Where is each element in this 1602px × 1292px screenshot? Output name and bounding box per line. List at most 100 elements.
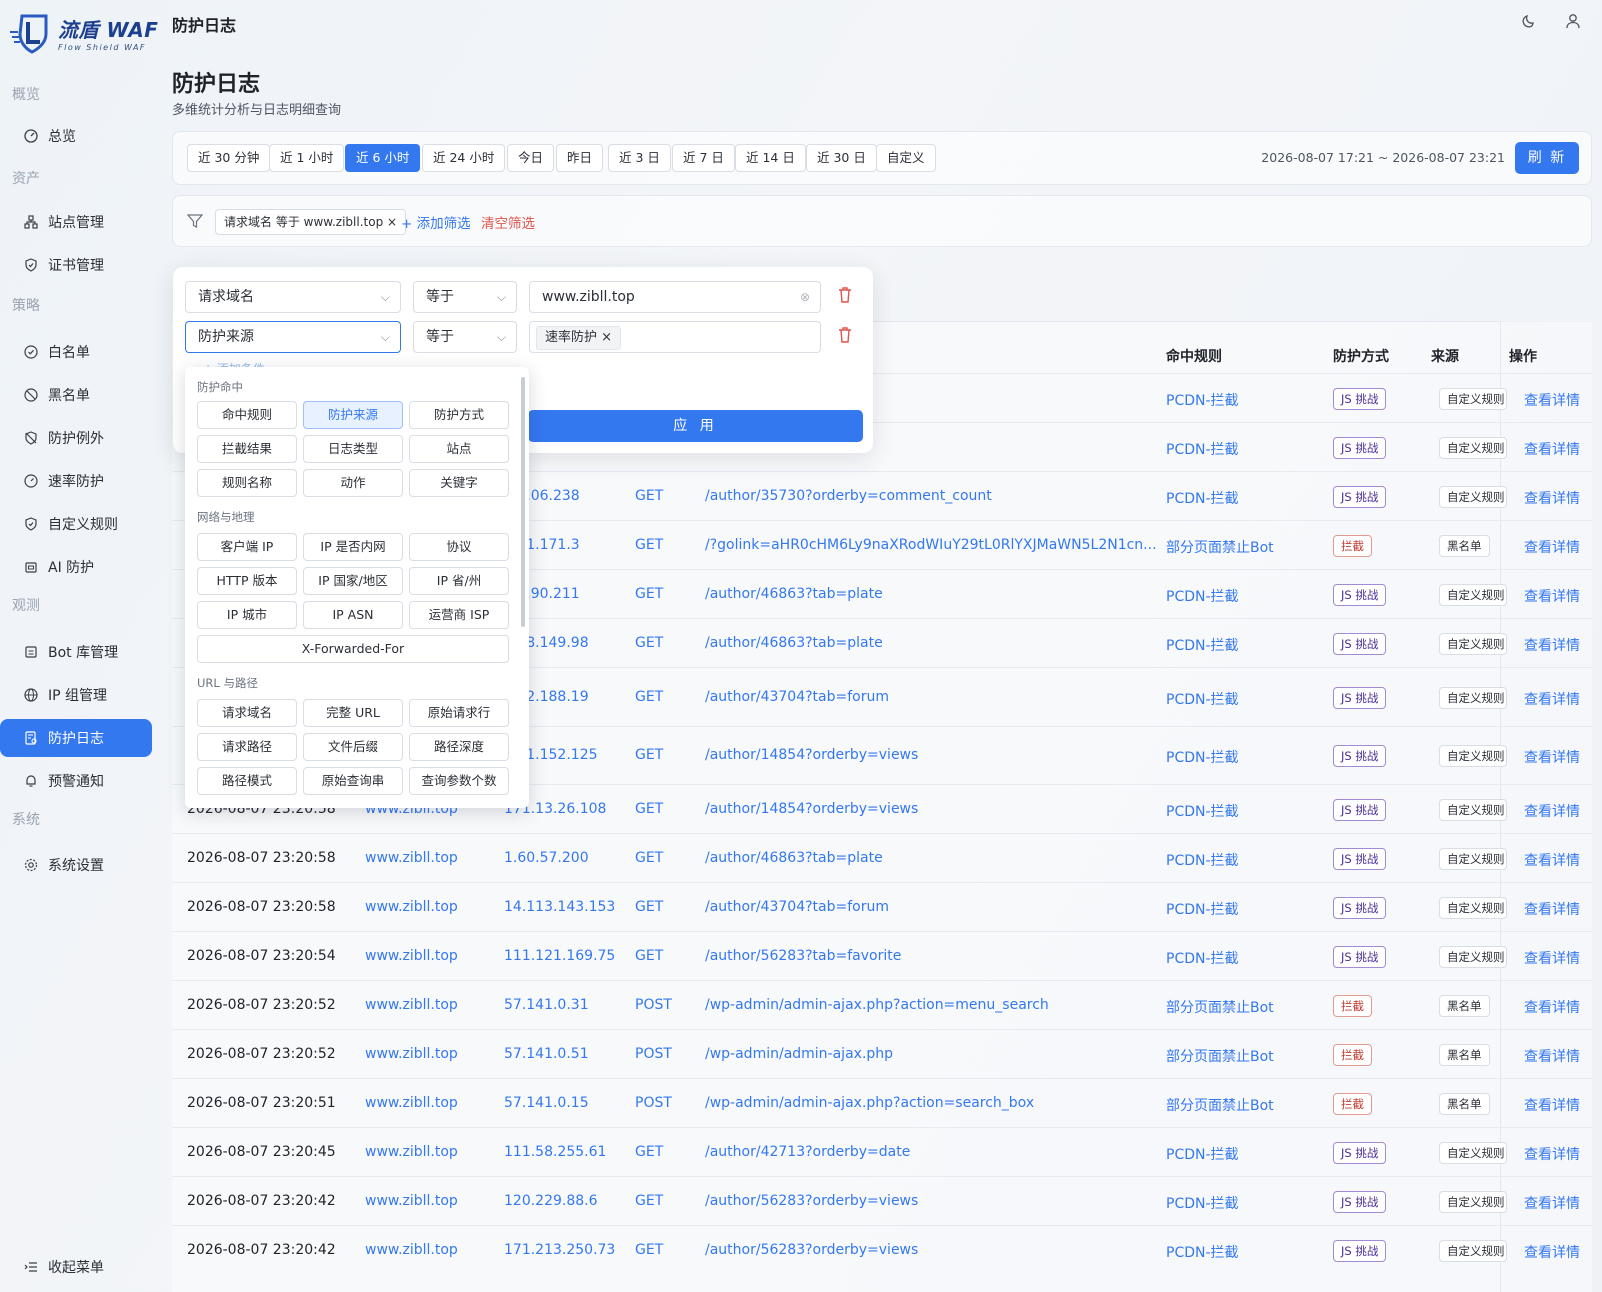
dropdown-option-selected[interactable]: 防护来源 xyxy=(303,401,403,429)
cell-rule[interactable]: PCDN-拦截 xyxy=(1166,586,1239,606)
clear-filter-link[interactable]: 清空筛选 xyxy=(481,212,535,232)
sidebar-item-custom-rules[interactable]: 自定义规则 xyxy=(0,505,152,543)
dropdown-option[interactable]: 客户端 IP xyxy=(197,533,297,561)
cell-url[interactable]: /author/56283?orderby=views xyxy=(705,1193,918,1209)
cell-domain[interactable]: www.zibll.top xyxy=(365,1242,458,1258)
view-details-link[interactable]: 查看详情 xyxy=(1524,747,1580,767)
sidebar-item-certs[interactable]: 证书管理 xyxy=(0,246,152,284)
sidebar-item-protection-logs[interactable]: 防护日志 xyxy=(0,719,152,757)
moon-icon[interactable] xyxy=(1520,12,1538,34)
dropdown-option[interactable]: 命中规则 xyxy=(197,401,297,429)
time-7d-button[interactable]: 近 7 日 xyxy=(672,144,735,172)
dropdown-option[interactable]: 查询参数个数 xyxy=(409,767,509,795)
cell-url[interactable]: /author/42713?orderby=date xyxy=(705,1144,910,1160)
cell-url[interactable]: /author/43704?tab=forum xyxy=(705,689,889,705)
cell-rule[interactable]: PCDN-拦截 xyxy=(1166,948,1239,968)
cell-rule[interactable]: PCDN-拦截 xyxy=(1166,390,1239,410)
time-today-button[interactable]: 今日 xyxy=(507,144,555,172)
dropdown-option[interactable]: 日志类型 xyxy=(303,435,403,463)
condition-1-field-select[interactable]: 请求域名 ⌵ xyxy=(185,281,401,313)
cell-url[interactable]: /author/56283?orderby=views xyxy=(705,1242,918,1258)
cell-url[interactable]: /author/35730?orderby=comment_count xyxy=(705,488,992,504)
sidebar-item-exceptions[interactable]: 防护例外 xyxy=(0,419,152,457)
view-details-link[interactable]: 查看详情 xyxy=(1524,586,1580,606)
dropdown-option[interactable]: 拦截结果 xyxy=(197,435,297,463)
sidebar-item-bot-library[interactable]: Bot 库管理 xyxy=(0,633,152,671)
delete-condition-1-icon[interactable] xyxy=(838,287,852,307)
cell-domain[interactable]: www.zibll.top xyxy=(365,1144,458,1160)
time-30d-button[interactable]: 近 30 日 xyxy=(806,144,877,172)
cell-url[interactable]: /author/46863?tab=plate xyxy=(705,850,883,866)
condition-2-op-select[interactable]: 等于 ⌵ xyxy=(413,321,517,353)
view-details-link[interactable]: 查看详情 xyxy=(1524,948,1580,968)
cell-url[interactable]: /wp-admin/admin-ajax.php?action=search_b… xyxy=(705,1095,1034,1111)
dropdown-option[interactable]: 请求路径 xyxy=(197,733,297,761)
cell-client-ip[interactable]: 57.141.0.15 xyxy=(504,1095,589,1111)
cell-rule[interactable]: 部分页面禁止Bot xyxy=(1166,1095,1274,1115)
time-30min-button[interactable]: 近 30 分钟 xyxy=(187,144,271,172)
cell-client-ip[interactable]: 111.58.255.61 xyxy=(504,1144,606,1160)
cell-domain[interactable]: www.zibll.top xyxy=(365,850,458,866)
sidebar-item-sites[interactable]: 站点管理 xyxy=(0,203,152,241)
cell-url[interactable]: /author/56283?tab=favorite xyxy=(705,948,901,964)
view-details-link[interactable]: 查看详情 xyxy=(1524,899,1580,919)
cell-rule[interactable]: PCDN-拦截 xyxy=(1166,801,1239,821)
sidebar-item-ip-groups[interactable]: IP 组管理 xyxy=(0,676,152,714)
cell-url[interactable]: /author/14854?orderby=views xyxy=(705,747,918,763)
cell-url[interactable]: /author/46863?tab=plate xyxy=(705,586,883,602)
active-filter-tag[interactable]: 请求域名 等于 www.zibll.top × xyxy=(215,209,407,235)
condition-2-value-select[interactable]: 速率防护 × xyxy=(529,321,821,353)
dropdown-option[interactable]: 规则名称 xyxy=(197,469,297,497)
sidebar-item-overview[interactable]: 总览 xyxy=(0,117,152,155)
time-3d-button[interactable]: 近 3 日 xyxy=(608,144,671,172)
cell-domain[interactable]: www.zibll.top xyxy=(365,1046,458,1062)
dropdown-option[interactable]: X-Forwarded-For xyxy=(197,635,509,663)
cell-url[interactable]: /author/46863?tab=plate xyxy=(705,635,883,651)
cell-rule[interactable]: PCDN-拦截 xyxy=(1166,850,1239,870)
view-details-link[interactable]: 查看详情 xyxy=(1524,1046,1580,1066)
time-24h-button[interactable]: 近 24 小时 xyxy=(422,144,506,172)
cell-client-ip[interactable]: 120.229.88.6 xyxy=(504,1193,598,1209)
view-details-link[interactable]: 查看详情 xyxy=(1524,1193,1580,1213)
dropdown-option[interactable]: 原始查询串 xyxy=(303,767,403,795)
view-details-link[interactable]: 查看详情 xyxy=(1524,1095,1580,1115)
dropdown-option[interactable]: 运营商 ISP xyxy=(409,601,509,629)
dropdown-option[interactable]: 协议 xyxy=(409,533,509,561)
dropdown-option[interactable]: HTTP 版本 xyxy=(197,567,297,595)
dropdown-option[interactable]: IP 省/州 xyxy=(409,567,509,595)
cell-domain[interactable]: www.zibll.top xyxy=(365,948,458,964)
cell-rule[interactable]: 部分页面禁止Bot xyxy=(1166,537,1274,557)
add-filter-link[interactable]: + 添加筛选 xyxy=(401,212,471,232)
view-details-link[interactable]: 查看详情 xyxy=(1524,1144,1580,1164)
cell-url[interactable]: /author/43704?tab=forum xyxy=(705,899,889,915)
cell-url[interactable]: /?golink=aHR0cHM6Ly9naXRodWIuY29tL0RlYXJ… xyxy=(705,537,1157,553)
cell-rule[interactable]: PCDN-拦截 xyxy=(1166,439,1239,459)
cell-domain[interactable]: www.zibll.top xyxy=(365,1095,458,1111)
close-icon[interactable]: × xyxy=(601,330,612,345)
cell-url[interactable]: /author/14854?orderby=views xyxy=(705,801,918,817)
cell-rule[interactable]: PCDN-拦截 xyxy=(1166,747,1239,767)
dropdown-option[interactable]: 文件后缀 xyxy=(303,733,403,761)
user-icon[interactable] xyxy=(1564,12,1582,34)
dropdown-option[interactable]: 路径深度 xyxy=(409,733,509,761)
cell-domain[interactable]: www.zibll.top xyxy=(365,997,458,1013)
cell-client-ip[interactable]: 111.121.169.75 xyxy=(504,948,615,964)
cell-domain[interactable]: www.zibll.top xyxy=(365,1193,458,1209)
view-details-link[interactable]: 查看详情 xyxy=(1524,439,1580,459)
cell-client-ip[interactable]: 1.60.57.200 xyxy=(504,850,589,866)
cell-url[interactable]: /wp-admin/admin-ajax.php?action=menu_sea… xyxy=(705,997,1049,1013)
time-6h-button[interactable]: 近 6 小时 xyxy=(345,144,421,172)
dropdown-option[interactable]: 动作 xyxy=(303,469,403,497)
dropdown-option[interactable]: IP 城市 xyxy=(197,601,297,629)
view-details-link[interactable]: 查看详情 xyxy=(1524,1242,1580,1262)
view-details-link[interactable]: 查看详情 xyxy=(1524,488,1580,508)
sidebar-item-rate-limit[interactable]: 速率防护 xyxy=(0,462,152,500)
cell-client-ip[interactable]: 57.141.0.31 xyxy=(504,997,589,1013)
value-tag[interactable]: 速率防护 × xyxy=(536,326,622,350)
condition-1-op-select[interactable]: 等于 ⌵ xyxy=(413,281,517,313)
close-icon[interactable]: × xyxy=(387,215,397,229)
dropdown-option[interactable]: 防护方式 xyxy=(409,401,509,429)
refresh-button[interactable]: 刷 新 xyxy=(1515,142,1579,174)
dropdown-option[interactable]: 路径模式 xyxy=(197,767,297,795)
cell-client-ip[interactable]: 57.141.0.51 xyxy=(504,1046,589,1062)
